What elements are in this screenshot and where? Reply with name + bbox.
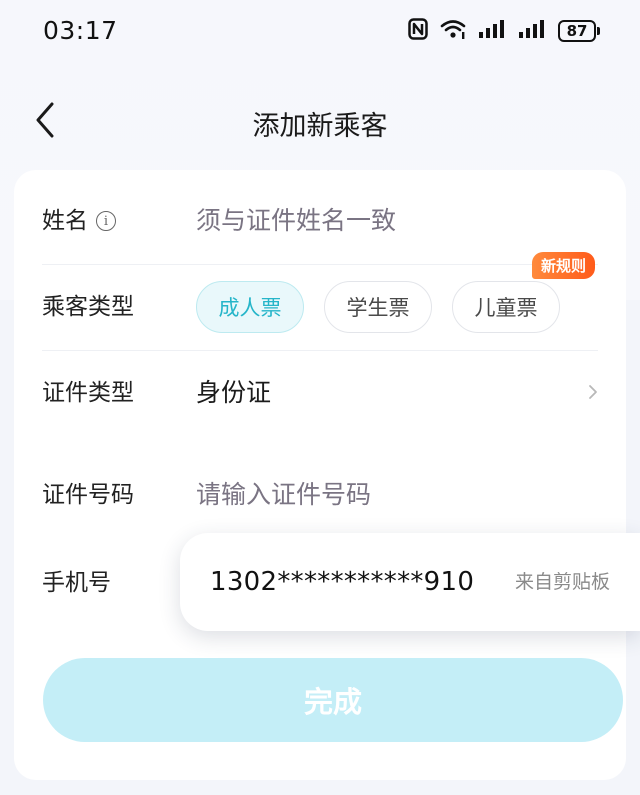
wifi-icon [440, 18, 466, 44]
id-number-row: 证件号码 请输入证件号码 [42, 452, 598, 538]
id-number-input[interactable]: 请输入证件号码 [196, 452, 371, 538]
phone-label: 手机号 [42, 570, 111, 596]
page-title: 添加新乘客 [252, 111, 388, 142]
chevron-right-icon [589, 385, 597, 399]
id-type-value: 身份证 [196, 378, 272, 407]
signal-icon [518, 19, 546, 43]
new-rule-badge: 新规则 [531, 252, 595, 279]
passenger-type-label: 乘客类型 [42, 294, 134, 320]
clipboard-source-label: 来自剪贴板 [514, 571, 610, 593]
info-icon[interactable]: i [96, 211, 116, 231]
name-input[interactable]: 须与证件姓名一致 [196, 178, 396, 264]
chip-adult-ticket[interactable]: 成人票 [196, 281, 304, 333]
chip-child-ticket[interactable]: 儿童票 新规则 [452, 252, 595, 333]
name-label: 姓名 [42, 208, 88, 234]
nav-bar: 添加新乘客 [0, 86, 640, 156]
status-time: 03:17 [43, 16, 118, 45]
status-bar: 03:17 87 [0, 0, 640, 64]
id-type-label: 证件类型 [42, 380, 134, 406]
clipboard-phone-number: 1302***********910 [210, 567, 475, 597]
nfc-icon [408, 18, 428, 44]
status-icons: 87 [408, 18, 600, 44]
chip-child-ticket-label: 儿童票 [474, 296, 538, 320]
chip-student-ticket[interactable]: 学生票 [324, 281, 432, 333]
clipboard-suggestion[interactable]: 1302***********910 来自剪贴板 [180, 533, 640, 631]
id-number-label: 证件号码 [42, 482, 134, 508]
id-type-row[interactable]: 证件类型 身份证 [42, 350, 598, 436]
passenger-type-options: 成人票 学生票 儿童票 新规则 [196, 252, 595, 333]
passenger-type-row: 乘客类型 成人票 学生票 儿童票 新规则 [42, 252, 598, 351]
signal-icon [478, 19, 506, 43]
battery-level: 87 [558, 20, 596, 42]
name-row: 姓名 i 须与证件姓名一致 [42, 178, 598, 265]
battery-icon: 87 [558, 20, 600, 42]
done-button[interactable]: 完成 [43, 658, 623, 742]
